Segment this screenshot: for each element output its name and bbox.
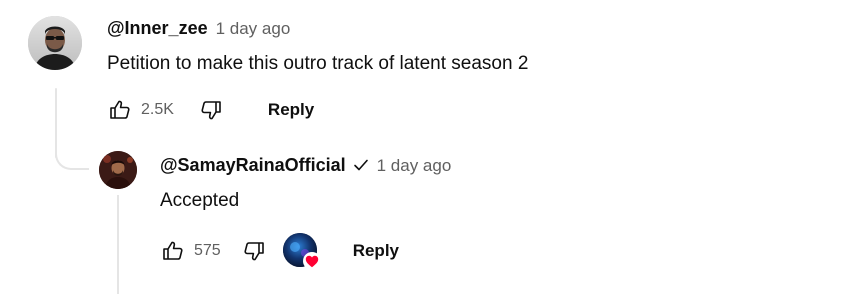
- like-button[interactable]: [105, 95, 135, 125]
- thumbs-down-icon: [244, 242, 264, 261]
- creator-heart-badge[interactable]: [282, 233, 321, 270]
- thumbs-down-icon: [201, 101, 221, 120]
- replier-avatar-image: [99, 151, 137, 189]
- reply-text: Accepted: [160, 190, 240, 211]
- like-count: 2.5K: [141, 101, 174, 118]
- reply-timestamp[interactable]: 1 day ago: [377, 156, 452, 176]
- reply-author[interactable]: @SamayRainaOfficial: [160, 155, 346, 176]
- commenter-avatar-image: [28, 16, 82, 70]
- comment-action-bar: 2.5K Reply: [105, 95, 314, 125]
- comment-text: Petition to make this outro track of lat…: [107, 53, 529, 74]
- dislike-button[interactable]: [239, 236, 269, 266]
- thumbs-up-icon: [110, 100, 130, 119]
- like-count: 575: [194, 242, 221, 259]
- reply-button[interactable]: Reply: [353, 241, 399, 261]
- comment-timestamp[interactable]: 1 day ago: [216, 19, 291, 39]
- reply-header: @SamayRainaOfficial 1 day ago: [160, 155, 451, 176]
- dislike-button[interactable]: [196, 95, 226, 125]
- checkmark-icon: [353, 159, 368, 171]
- thread-connector-curve: [55, 138, 89, 170]
- heart-icon: [305, 255, 318, 267]
- commenter-avatar[interactable]: [28, 16, 82, 70]
- thumbs-up-icon: [163, 241, 183, 260]
- comment-author[interactable]: @Inner_zee: [107, 18, 208, 39]
- comment-header: @Inner_zee 1 day ago: [107, 18, 290, 39]
- like-button[interactable]: [158, 236, 188, 266]
- replier-avatar[interactable]: [99, 151, 137, 189]
- reply-button[interactable]: Reply: [268, 100, 314, 120]
- heart-icon-wrapper: [302, 252, 321, 270]
- reply-action-bar: 575 Reply: [158, 233, 399, 270]
- reply-thread-line: [117, 195, 119, 294]
